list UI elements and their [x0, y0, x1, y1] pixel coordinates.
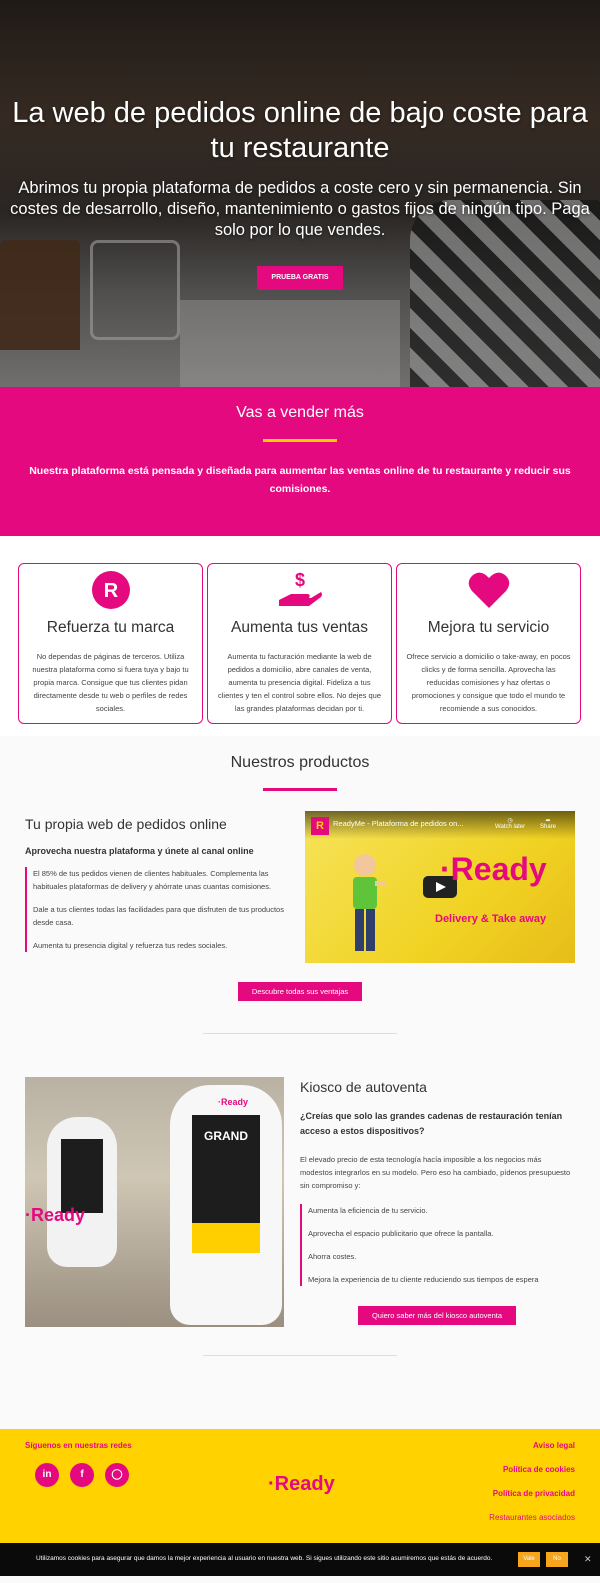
video-player[interactable]: R ReadyMe - Plataforma de pedidos on... … — [305, 811, 575, 963]
feature-text: Ofrece servicio a domicilio o take-away,… — [406, 652, 571, 713]
product-kiosk-subtitle: ¿Creías que solo las grandes cadenas de … — [300, 1111, 563, 1136]
discover-advantages-button[interactable]: Descubre todas sus ventajas — [238, 982, 362, 1001]
feature-text: No dependas de páginas de terceros. Util… — [32, 652, 189, 713]
mascot-illustration — [353, 854, 385, 951]
title-underline — [263, 788, 337, 791]
clock-icon: ◷ — [507, 818, 513, 824]
hero-section: La web de pedidos online de bajo coste p… — [0, 0, 600, 387]
hero-subtitle: Abrimos tu propia plataforma de pedidos … — [10, 179, 590, 239]
kiosk-screen-banner — [192, 1223, 260, 1253]
share-icon: ➦ — [545, 818, 551, 824]
benefit-item: Aprovecha el espacio publicitario que of… — [308, 1229, 494, 1238]
cookie-reject-button[interactable]: No — [546, 1552, 568, 1567]
feature-card-service: Mejora tu servicio Ofrece servicio a dom… — [396, 563, 581, 724]
svg-text:$: $ — [294, 570, 304, 590]
channel-avatar[interactable]: R — [311, 817, 329, 835]
kiosk-screen — [61, 1139, 103, 1213]
money-hand-icon: $ — [208, 570, 391, 610]
feature-title: Mejora tu servicio — [427, 619, 550, 636]
title-underline — [263, 439, 337, 442]
watch-later-button[interactable]: ◷ Watch later — [495, 817, 525, 830]
sell-more-text: Nuestra plataforma está pensada y diseña… — [29, 465, 571, 495]
description-paragraph: Dale a tus clientes todas las facilidade… — [33, 905, 284, 927]
video-title[interactable]: ReadyMe - Plataforma de pedidos on... — [333, 819, 464, 828]
product-web-title: Tu propia web de pedidos online — [25, 816, 227, 832]
product-kiosk-benefits: Aumenta la eficiencia de tu servicio. Ap… — [300, 1204, 575, 1286]
section-divider — [203, 1033, 397, 1034]
product-kiosk-text: El elevado precio de esta tecnología hac… — [300, 1155, 571, 1190]
description-paragraph: El 85% de tus pedidos vienen de clientes… — [33, 869, 272, 891]
free-trial-button[interactable]: PRUEBA GRATIS — [257, 266, 343, 290]
hero-title: La web de pedidos online de bajo coste p… — [12, 97, 588, 164]
heart-icon — [397, 570, 580, 610]
cookie-policy-link[interactable]: Política de cookies — [489, 1465, 575, 1474]
video-brand-logo: ·Ready — [440, 851, 547, 887]
sell-more-section: Vas a vender más Nuestra plataforma está… — [0, 387, 600, 536]
sell-more-title: Vas a vender más — [236, 404, 364, 421]
linkedin-icon[interactable]: in — [35, 1463, 59, 1487]
kiosk-small — [47, 1117, 117, 1267]
feature-card-brand: R Refuerza tu marca No dependas de págin… — [18, 563, 203, 724]
legal-notice-link[interactable]: Aviso legal — [489, 1441, 575, 1450]
privacy-policy-link[interactable]: Política de privacidad — [489, 1489, 575, 1498]
footer-links: Aviso legal Política de cookies Política… — [489, 1441, 575, 1537]
kiosk-top-logo: ·Ready — [218, 1097, 249, 1107]
feature-title: Aumenta tus ventas — [231, 619, 368, 636]
video-tagline: Delivery & Take away — [435, 913, 547, 925]
r-logo-icon: R — [19, 570, 202, 610]
instagram-icon[interactable]: ◯ — [105, 1463, 129, 1487]
product-web-description: El 85% de tus pedidos vienen de clientes… — [25, 867, 293, 952]
products-section: Nuestros productos Tu propia web de pedi… — [0, 736, 600, 1429]
cookie-banner: Utilizamos cookies para asegurar que dam… — [0, 1543, 600, 1576]
watch-later-label: Watch later — [495, 824, 526, 830]
footer: Síguenos en nuestras redes in f ◯ ·Ready… — [0, 1429, 600, 1543]
cookie-accept-button[interactable]: Vale — [518, 1552, 540, 1567]
benefit-item: Ahorra costes. — [308, 1252, 357, 1261]
cookie-text: Utilizamos cookies para asegurar que dam… — [36, 1555, 493, 1562]
share-label: Share — [540, 824, 557, 830]
section-divider — [203, 1355, 397, 1356]
kiosk-info-button[interactable]: Quiero saber más del kiosco autoventa — [358, 1306, 516, 1325]
feature-title: Refuerza tu marca — [46, 619, 175, 636]
kiosk-photo: ·Ready ·Ready GRAND — [25, 1077, 284, 1327]
close-icon[interactable]: ✕ — [584, 1554, 592, 1565]
facebook-icon[interactable]: f — [70, 1463, 94, 1487]
features-section: R Refuerza tu marca No dependas de págin… — [0, 536, 600, 736]
partner-restaurants-link[interactable]: Restaurantes asociados — [489, 1513, 575, 1522]
benefit-item: Aumenta la eficiencia de tu servicio. — [308, 1206, 428, 1215]
follow-us-label: Síguenos en nuestras redes — [25, 1441, 132, 1450]
product-kiosk-title: Kiosco de autoventa — [300, 1079, 427, 1095]
feature-text: Aumenta tu facturación mediante la web d… — [217, 652, 381, 713]
footer-logo: ·Ready — [268, 1473, 335, 1495]
kiosk-screen-text: GRAND — [204, 1129, 248, 1143]
description-paragraph: Aumenta tu presencia digital y refuerza … — [33, 941, 228, 950]
feature-card-sales: $ Aumenta tus ventas Aumenta tu facturac… — [207, 563, 392, 724]
benefit-item: Mejora la experiencia de tu cliente redu… — [308, 1275, 539, 1284]
products-title: Nuestros productos — [230, 754, 370, 771]
kiosk-brand-logo: ·Ready — [25, 1205, 86, 1225]
svg-text:R: R — [103, 580, 118, 602]
product-web-subtitle: Aprovecha nuestra plataforma y únete al … — [25, 846, 254, 856]
kiosk-large: ·Ready GRAND — [170, 1085, 282, 1325]
share-button[interactable]: ➦ Share — [540, 817, 556, 830]
hero-content: La web de pedidos online de bajo coste p… — [0, 0, 600, 387]
